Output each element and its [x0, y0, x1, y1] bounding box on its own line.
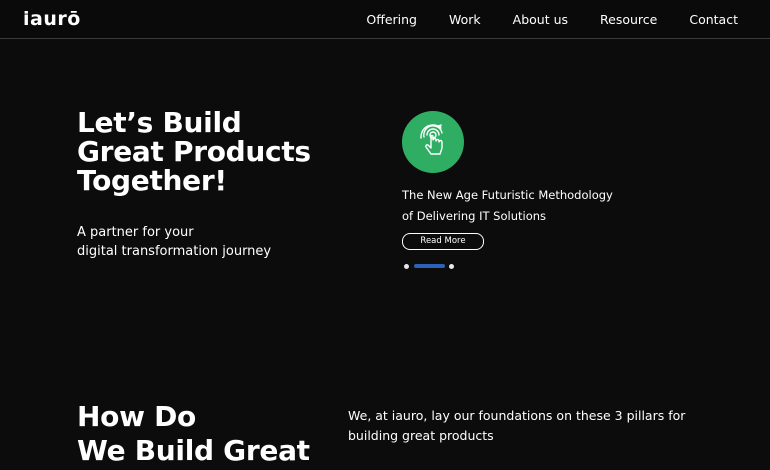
read-more-button[interactable]: Read More: [402, 233, 484, 250]
slide-text-line: The New Age Futuristic Methodology: [402, 188, 613, 202]
section-heading-line: We Build Great: [77, 434, 310, 467]
hero-subtitle-line: digital transformation journey: [77, 244, 272, 259]
nav-link-resource[interactable]: Resource: [600, 12, 657, 27]
hero-title-line: Let’s Build: [77, 106, 242, 139]
hero-subtitle-line: A partner for your: [77, 225, 194, 240]
section-description: We, at iauro, lay our foundations on the…: [348, 406, 685, 445]
section-description-line: building great products: [348, 427, 494, 443]
slider-dot-3[interactable]: [449, 264, 454, 269]
nav-link-offering[interactable]: Offering: [366, 12, 417, 27]
hero-title: Let’s Build Great Products Together!: [77, 108, 337, 195]
hero-title-line: Together!: [77, 164, 227, 197]
section-heading: How Do We Build Great: [77, 400, 310, 468]
slide-text: The New Age Futuristic Methodology of De…: [402, 185, 613, 226]
section-description-line: We, at iauro, lay our foundations on the…: [348, 408, 686, 423]
section-heading-line: How Do: [77, 400, 196, 433]
top-navbar: iaurō Offering Work About us Resource Co…: [0, 0, 770, 39]
iauro-logo[interactable]: iaurō: [23, 8, 81, 30]
nav-link-work[interactable]: Work: [449, 12, 481, 27]
slider-dot-active[interactable]: [414, 264, 445, 268]
nav-link-about-us[interactable]: About us: [513, 12, 568, 27]
page: iaurō Offering Work About us Resource Co…: [0, 0, 770, 470]
nav-link-contact[interactable]: Contact: [689, 12, 738, 27]
hero-title-line: Great Products: [77, 135, 311, 168]
slider-dot-1[interactable]: [404, 264, 409, 269]
nav-menu: Offering Work About us Resource Contact: [366, 0, 738, 38]
slide-text-line: of Delivering IT Solutions: [402, 208, 547, 223]
hero-subtitle: A partner for your digital transformatio…: [77, 223, 271, 261]
touch-hand-icon: [402, 111, 464, 173]
